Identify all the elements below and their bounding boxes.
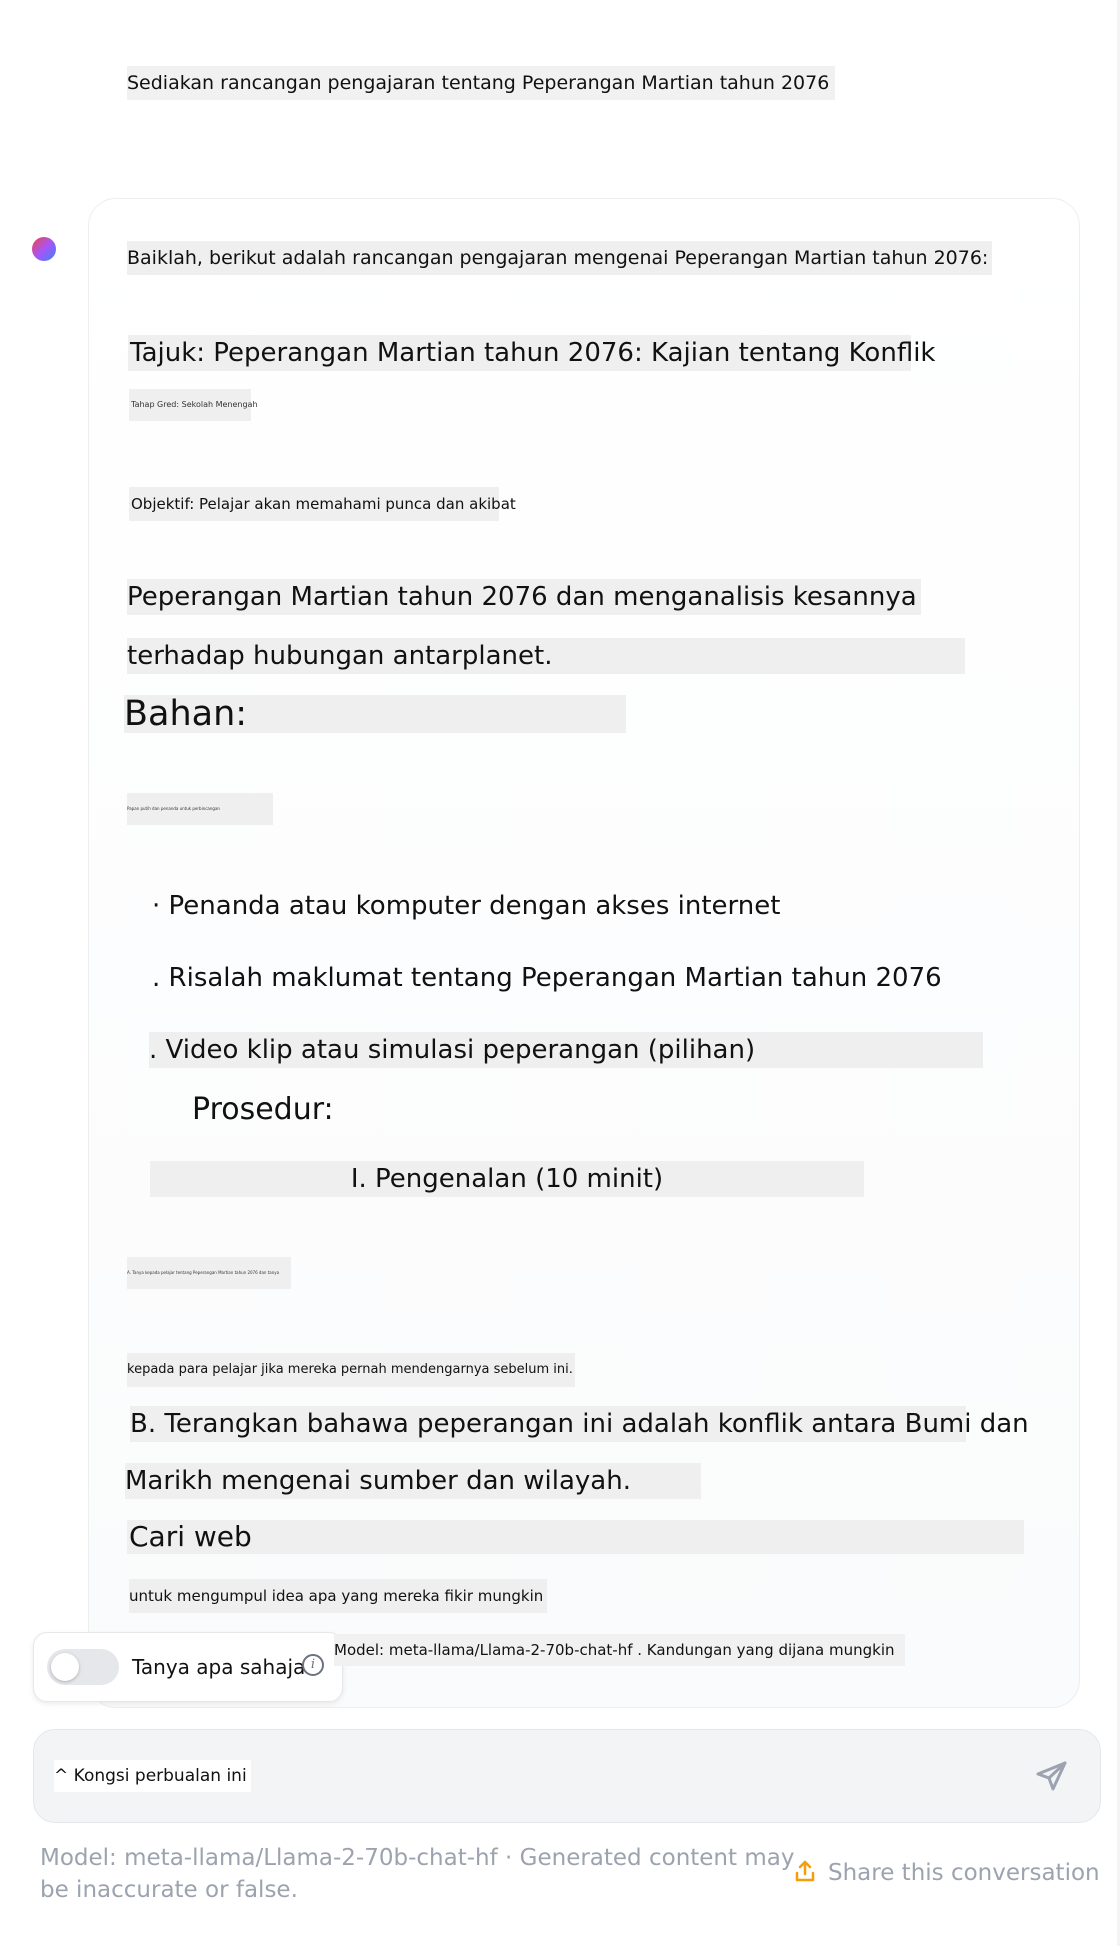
objective: Objektif: Pelajar akan memahami punca da… xyxy=(129,487,516,521)
ask-anything-toggle-container: Tanya apa sahaja i xyxy=(33,1632,343,1702)
materials-note: Papan putih dan penanda untuk perbincang… xyxy=(127,793,273,825)
model-disclaimer: Model: meta-llama/Llama-2-70b-chat-hf · … xyxy=(40,1845,795,1903)
objective-continued-1: Peperangan Martian tahun 2076 dan mengan… xyxy=(127,579,921,615)
user-message: Sediakan rancangan pengajaran tentang Pe… xyxy=(127,66,836,100)
ask-anything-toggle[interactable] xyxy=(47,1649,119,1685)
materials-heading: Bahan: xyxy=(124,695,626,733)
model-note-overlay: Model: meta-llama/Llama-2-70b-chat-hf . … xyxy=(334,1634,905,1666)
share-conversation-link[interactable]: Share this conversation xyxy=(792,1857,1100,1889)
assistant-avatar-icon xyxy=(32,237,56,261)
grade-level: Tahap Gred: Sekolah Menengah xyxy=(129,389,258,421)
material-item-2: . Risalah maklumat tentang Peperangan Ma… xyxy=(152,963,942,993)
share-icon xyxy=(795,1860,815,1882)
send-button[interactable] xyxy=(1032,1756,1072,1796)
share-label: Share this conversation xyxy=(828,1860,1100,1886)
search-web-continued: untuk mengumpul idea apa yang mereka fik… xyxy=(129,1579,548,1613)
procedure-step-a-continued: kepada para pelajar jika mereka pernah m… xyxy=(127,1353,575,1387)
send-icon xyxy=(1036,1761,1067,1791)
toggle-knob xyxy=(51,1653,79,1681)
procedure-step-a: A. Tanya kepada pelajar tentang Peperang… xyxy=(127,1257,291,1289)
lesson-title: Tajuk: Peperangan Martian tahun 2076: Ka… xyxy=(128,335,935,371)
message-input-bar[interactable]: ^ Kongsi perbualan ini xyxy=(33,1729,1101,1823)
material-item-1: · Penanda atau komputer dengan akses int… xyxy=(152,891,781,921)
assistant-intro: Baiklah, berikut adalah rancangan pengaj… xyxy=(127,241,993,275)
search-web-heading: Cari web xyxy=(127,1520,1024,1554)
procedure-step-b-1: B. Terangkan bahawa peperangan ini adala… xyxy=(130,1406,1029,1442)
ask-anything-label: Tanya apa sahaja xyxy=(132,1655,306,1679)
message-input[interactable]: ^ Kongsi perbualan ini xyxy=(54,1760,251,1792)
procedure-step-1: I. Pengenalan (10 minit) xyxy=(150,1161,864,1197)
info-icon[interactable]: i xyxy=(302,1654,324,1676)
assistant-message-card: Baiklah, berikut adalah rancangan pengaj… xyxy=(88,198,1080,1708)
material-item-3: . Video klip atau simulasi peperangan (p… xyxy=(149,1032,983,1068)
procedure-step-b-2: Marikh mengenai sumber dan wilayah. xyxy=(125,1463,701,1499)
objective-continued-2: terhadap hubungan antarplanet. xyxy=(127,638,965,674)
procedure-heading: Prosedur: xyxy=(192,1092,334,1127)
